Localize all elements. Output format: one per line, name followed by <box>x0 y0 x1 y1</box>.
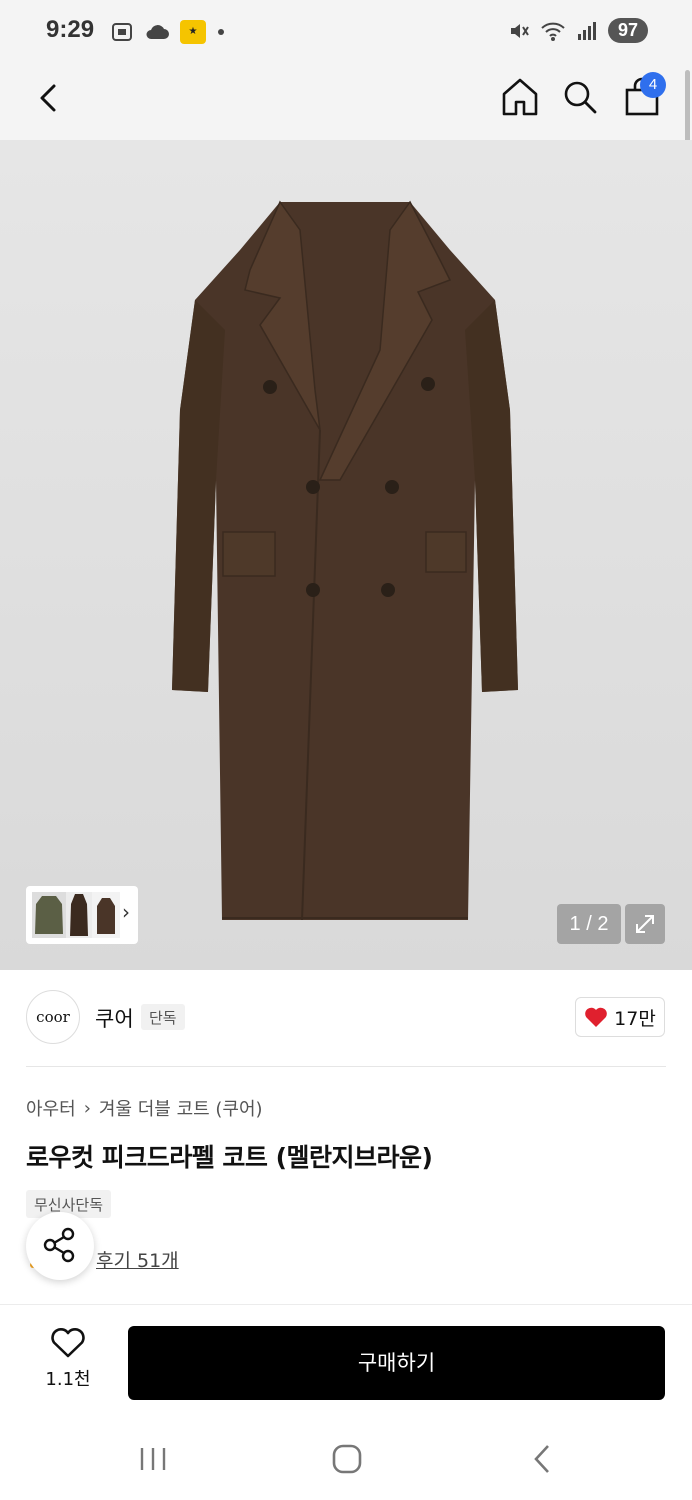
product-coat-image <box>172 200 518 920</box>
status-time: 9:29 <box>46 16 95 43</box>
brand-like-button[interactable]: 17만 <box>575 997 665 1037</box>
brand-exclusive-badge: 단독 <box>141 1004 185 1030</box>
wishlist-button[interactable]: 1.1천 <box>40 1327 96 1397</box>
image-page-indicator: 1 / 2 <box>557 904 621 944</box>
search-icon[interactable] <box>560 76 600 118</box>
breadcrumb-subcategory[interactable]: 겨울 더블 코트 (쿠어) <box>99 1095 263 1121</box>
heart-filled-icon <box>585 1007 607 1027</box>
brand-name[interactable]: 쿠어 <box>95 1003 134 1033</box>
battery-level: 97 <box>607 18 648 43</box>
wifi-icon <box>541 22 565 41</box>
thumbnail-olive-coat[interactable] <box>32 892 66 938</box>
share-button[interactable] <box>26 1212 94 1280</box>
brand-logo[interactable]: coor <box>26 990 80 1044</box>
cart-count-badge: 4 <box>640 72 666 98</box>
back-nav-icon[interactable] <box>520 1442 564 1476</box>
breadcrumb-category[interactable]: 아우터 <box>26 1095 76 1121</box>
dot-icon <box>218 29 224 35</box>
review-count-link[interactable]: 후기 51개 <box>96 1246 179 1273</box>
system-nav-bar <box>0 1416 692 1500</box>
status-right-icons: 97 <box>508 18 648 43</box>
status-left-icons: ★ <box>110 20 226 44</box>
product-title: 로우컷 피크드라펠 코트 (멜란지브라운) <box>26 1143 433 1172</box>
share-icon <box>43 1227 75 1263</box>
thumbnail-model[interactable] <box>66 892 92 938</box>
buy-button[interactable]: 구매하기 <box>128 1326 665 1400</box>
home-nav-icon[interactable] <box>325 1442 369 1476</box>
mute-icon <box>510 23 529 38</box>
recent-apps-icon[interactable] <box>132 1442 176 1476</box>
expand-icon[interactable] <box>625 904 665 944</box>
breadcrumb: 아우터 › 겨울 더블 코트 (쿠어) <box>26 1095 263 1121</box>
heart-outline-icon <box>51 1328 85 1358</box>
back-icon[interactable] <box>30 78 70 118</box>
scrollbar[interactable] <box>685 70 690 148</box>
signal-icon <box>577 21 596 40</box>
status-bar: 9:29 ★ 97 <box>0 0 692 64</box>
app-header: 4 <box>0 64 692 140</box>
product-image-gallery[interactable]: › 1 / 2 <box>0 140 692 970</box>
thumbnail-strip[interactable]: › <box>26 886 138 944</box>
cloud-icon <box>146 25 169 39</box>
divider <box>26 1066 666 1067</box>
chevron-right-icon: › <box>83 1097 91 1119</box>
home-icon[interactable] <box>500 76 540 118</box>
brand-like-count: 17만 <box>614 1007 656 1030</box>
app-notification-icon: ★ <box>180 20 206 44</box>
chevron-right-icon[interactable]: › <box>122 900 130 924</box>
purchase-bar: 1.1천 구매하기 <box>0 1304 692 1416</box>
wishlist-count: 1.1천 <box>45 1369 91 1390</box>
thumbnail-brown-coat[interactable] <box>92 892 120 938</box>
screenshot-icon <box>112 23 132 41</box>
